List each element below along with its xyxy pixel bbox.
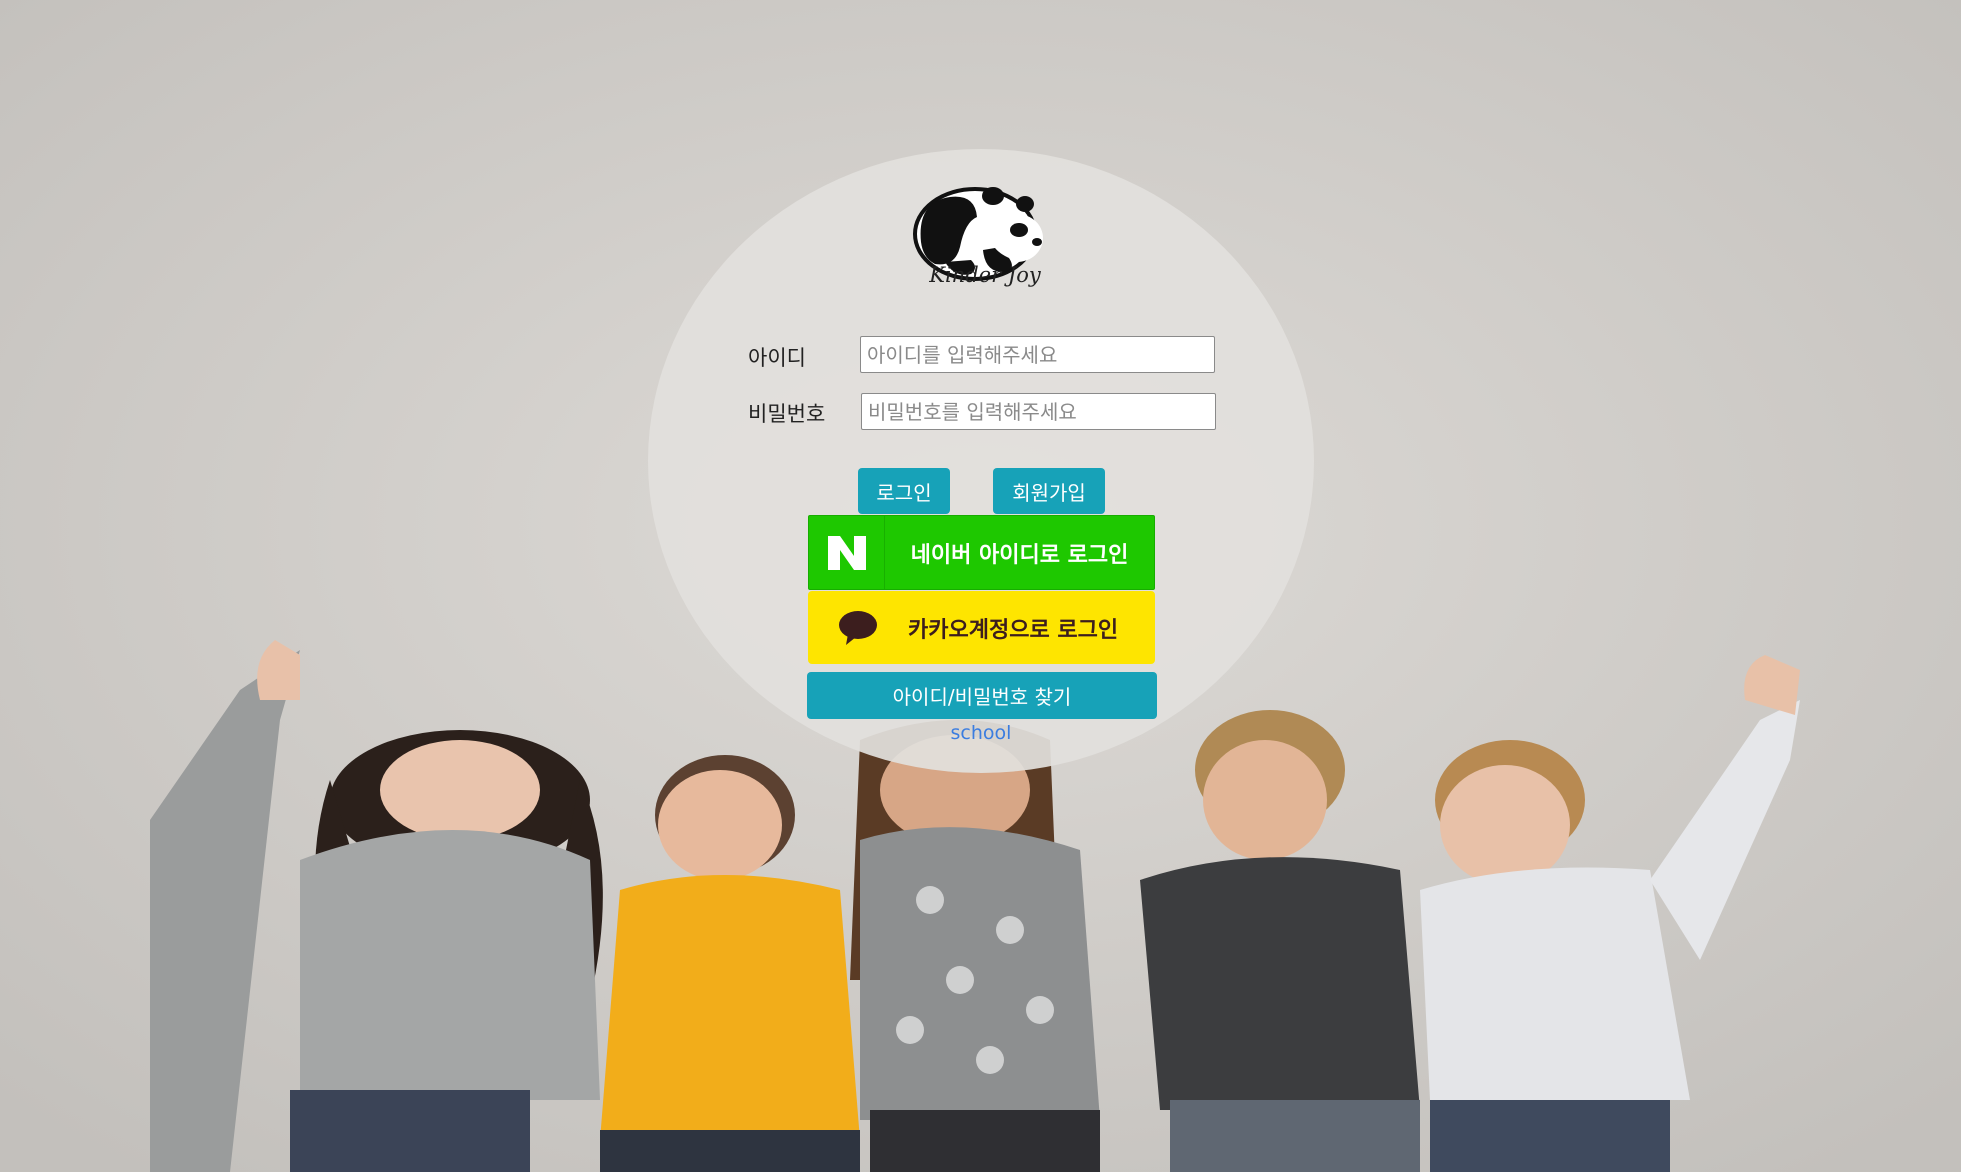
kakao-icon-container <box>808 610 908 646</box>
kakao-login-label: 카카오계정으로 로그인 <box>908 617 1119 643</box>
login-button[interactable]: 로그인 <box>858 468 950 514</box>
id-label: 아이디 <box>748 346 806 370</box>
signup-button[interactable]: 회원가입 <box>993 468 1105 514</box>
school-link[interactable]: school <box>930 722 1032 744</box>
login-page: Kinder Joy 아이디 비밀번호 로그인 회원가입 네이버 아이디로 로그… <box>0 0 1961 1172</box>
naver-login-button[interactable]: 네이버 아이디로 로그인 <box>808 515 1155 590</box>
find-account-button[interactable]: 아이디/비밀번호 찾기 <box>807 672 1157 719</box>
id-input[interactable] <box>860 336 1215 373</box>
naver-login-label: 네이버 아이디로 로그인 <box>910 542 1129 568</box>
logo-text: Kinder Joy <box>929 263 1041 287</box>
password-label: 비밀번호 <box>748 402 826 426</box>
naver-n-icon <box>827 535 866 570</box>
naver-logo-container <box>809 516 885 589</box>
speech-bubble-icon <box>839 610 877 645</box>
password-input[interactable] <box>861 393 1216 430</box>
kakao-login-button[interactable]: 카카오계정으로 로그인 <box>808 591 1155 664</box>
